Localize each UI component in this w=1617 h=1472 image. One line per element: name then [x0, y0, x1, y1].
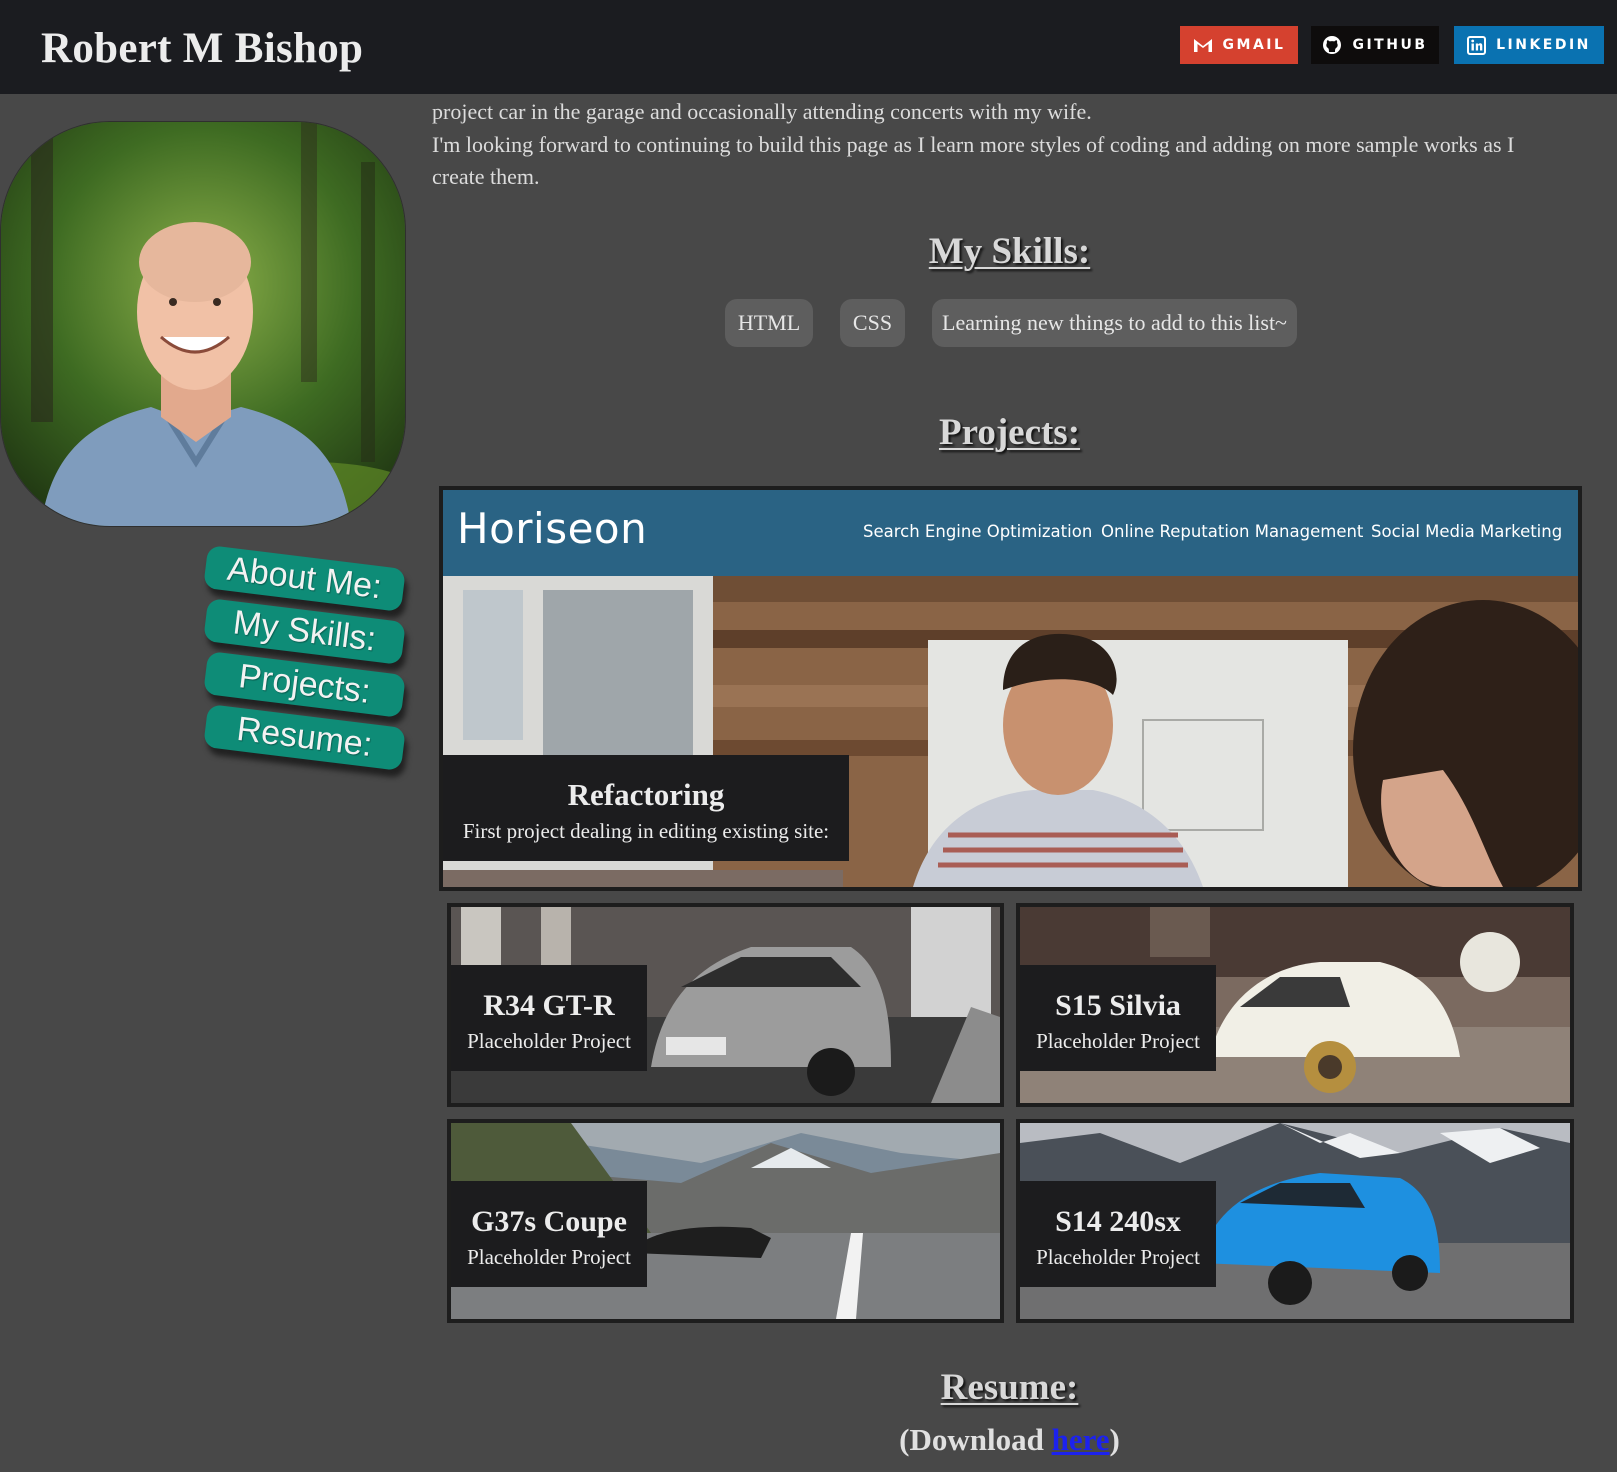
skills-heading: My Skills:	[928, 231, 1091, 272]
linkedin-link[interactable]: LINKEDIN	[1454, 26, 1604, 64]
site-name: Robert M Bishop	[41, 25, 364, 72]
project-subtitle: Placeholder Project	[1036, 1029, 1200, 1053]
skill-pill-learning: Learning new things to add to this list~	[932, 299, 1297, 347]
project-title: S15 Silvia	[1055, 989, 1181, 1022]
resume-download-text: (Download here)	[432, 1422, 1587, 1458]
project-caption-r34: R34 GT-R Placeholder Project	[451, 965, 647, 1071]
gmail-icon	[1193, 39, 1212, 52]
project-subtitle: Placeholder Project	[467, 1245, 631, 1269]
projects-heading: Projects:	[938, 412, 1081, 453]
about-text: project car in the garage and occasional…	[432, 96, 1572, 194]
project-card-r34[interactable]: R34 GT-R Placeholder Project	[447, 903, 1004, 1107]
project-title: Refactoring	[567, 777, 725, 812]
about-line-1: project car in the garage and occasional…	[432, 99, 1092, 124]
about-line-2: I'm looking forward to continuing to bui…	[432, 131, 1515, 190]
resume-heading: Resume:	[940, 1367, 1079, 1408]
skill-pill-css: CSS	[840, 299, 905, 347]
project-caption-s14: S14 240sx Placeholder Project	[1020, 1181, 1216, 1287]
project-subtitle: Placeholder Project	[467, 1029, 631, 1053]
horiseon-nav-reputation: Online Reputation Management	[1101, 522, 1364, 541]
horiseon-nav-seo: Search Engine Optimization	[863, 522, 1093, 541]
project-card-refactoring[interactable]: Horiseon Search Engine Optimization Onli…	[439, 486, 1582, 891]
project-subtitle: Placeholder Project	[1036, 1245, 1200, 1269]
horiseon-nav-social: Social Media Marketing	[1371, 522, 1563, 541]
profile-photo	[0, 121, 406, 527]
resume-download-link[interactable]: here	[1052, 1422, 1110, 1457]
download-prefix: (Download	[899, 1422, 1052, 1457]
horiseon-logo: Horiseon	[457, 504, 648, 553]
horiseon-header: Horiseon Search Engine Optimization Onli…	[443, 490, 1578, 576]
github-label: GITHUB	[1352, 37, 1428, 53]
github-icon	[1323, 36, 1342, 54]
project-caption-g37: G37s Coupe Placeholder Project	[451, 1181, 647, 1287]
project-card-g37[interactable]: G37s Coupe Placeholder Project	[447, 1119, 1004, 1323]
project-title: G37s Coupe	[471, 1205, 627, 1238]
linkedin-icon	[1467, 35, 1487, 55]
project-caption-refactoring: Refactoring First project dealing in edi…	[443, 755, 849, 861]
site-header: Robert M Bishop GMAIL GITHUB LINKEDIN	[0, 0, 1617, 94]
project-card-s14[interactable]: S14 240sx Placeholder Project	[1016, 1119, 1574, 1323]
project-subtitle: First project dealing in editing existin…	[462, 819, 830, 843]
gmail-label: GMAIL	[1222, 37, 1286, 53]
project-title: S14 240sx	[1055, 1205, 1181, 1238]
project-card-s15[interactable]: S15 Silvia Placeholder Project	[1016, 903, 1574, 1107]
skill-pill-html: HTML	[725, 299, 813, 347]
github-link[interactable]: GITHUB	[1311, 26, 1439, 64]
download-suffix: )	[1109, 1422, 1120, 1457]
gmail-link[interactable]: GMAIL	[1180, 26, 1298, 64]
project-title: R34 GT-R	[483, 989, 615, 1022]
linkedin-label: LINKEDIN	[1496, 37, 1591, 53]
project-caption-s15: S15 Silvia Placeholder Project	[1020, 965, 1216, 1071]
